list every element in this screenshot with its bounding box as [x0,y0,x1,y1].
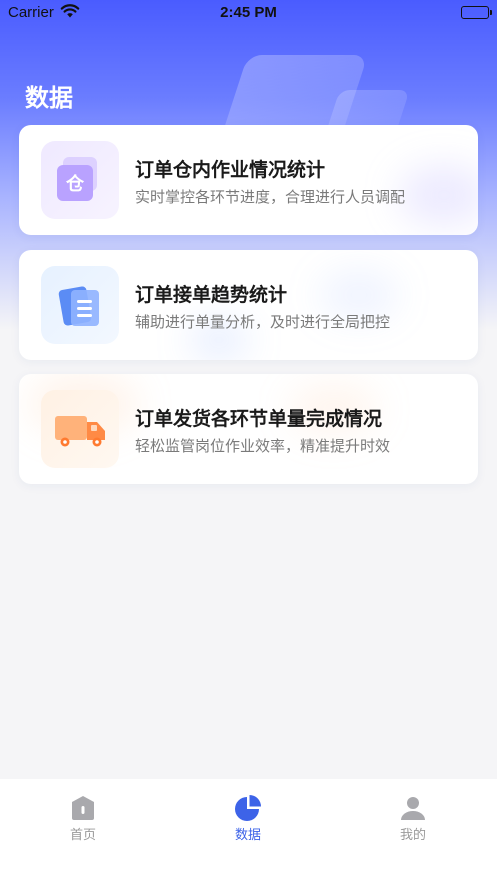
user-icon [399,794,427,822]
warehouse-icon-glyph: 仓 [65,173,85,195]
tab-label: 数据 [234,828,261,843]
page-title: 数据 [25,84,73,112]
status-bar: Carrier 2:45 PM [0,0,497,26]
tab-data[interactable]: 数据 [198,794,298,843]
clock: 2:45 PM [220,4,277,21]
warehouse-icon: 仓 [41,141,119,219]
pie-chart-icon [234,794,262,822]
battery-icon [461,6,492,19]
home-icon [69,794,97,822]
card-subtitle: 实时掌控各环节进度，合理进行人员调配 [135,188,406,206]
card-subtitle: 轻松监管岗位作业效率，精准提升时效 [135,437,391,455]
document-list-icon [41,266,119,344]
tab-home[interactable]: 首页 [33,794,133,843]
tab-bar: 首页 数据 我的 [0,779,497,883]
card-order-trend-stats[interactable]: 订单接单趋势统计 辅助进行单量分析，及时进行全局把控 [19,250,478,360]
tab-label: 首页 [69,828,96,843]
card-shipping-completion-stats[interactable]: 订单发货各环节单量完成情况 轻松监管岗位作业效率，精准提升时效 [19,374,478,484]
card-title: 订单仓内作业情况统计 [135,159,326,181]
card-title: 订单发货各环节单量完成情况 [135,408,383,430]
tab-label: 我的 [399,828,426,843]
delivery-truck-icon [41,390,119,468]
card-title: 订单接单趋势统计 [135,284,288,306]
card-subtitle: 辅助进行单量分析，及时进行全局把控 [135,313,391,331]
tab-profile[interactable]: 我的 [363,794,463,843]
card-warehouse-stats[interactable]: 仓 订单仓内作业情况统计 实时掌控各环节进度，合理进行人员调配 [19,125,478,235]
